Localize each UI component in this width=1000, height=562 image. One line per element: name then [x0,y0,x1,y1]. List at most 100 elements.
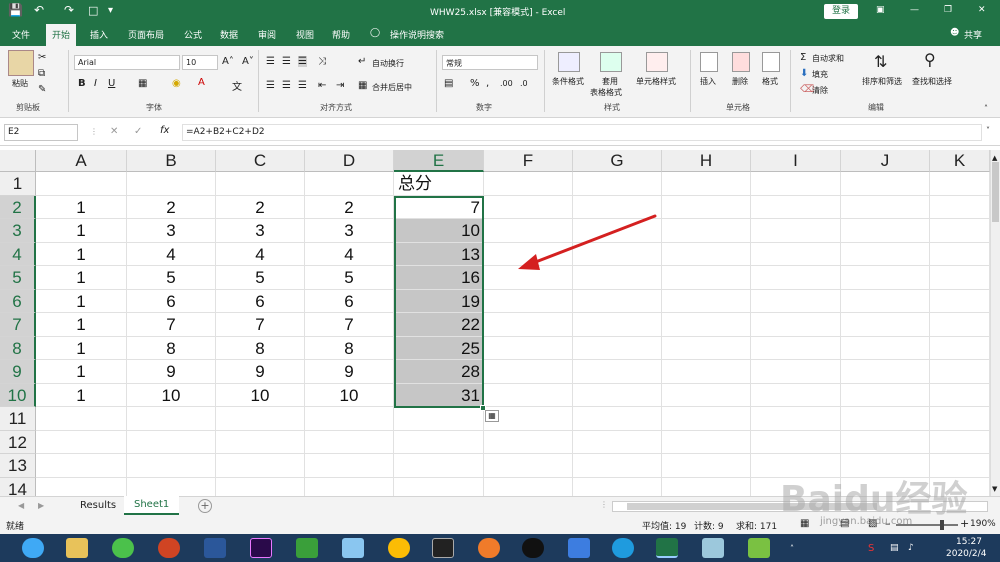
sum-status[interactable]: 求和: 171 [736,519,777,532]
clear-button[interactable]: 清除 [812,85,828,96]
restore-icon[interactable]: ❐ [944,5,952,15]
merge-center-button[interactable]: 合并后居中 [372,82,412,93]
align-top-icon[interactable]: ☰ [266,56,275,67]
premiere-icon[interactable] [250,538,272,558]
insert-cells-icon[interactable] [700,52,718,72]
name-box[interactable]: E2 [4,124,78,141]
fill-button[interactable]: 填充 [812,69,828,80]
tab-insert[interactable]: 插入 [90,28,108,41]
borders-icon[interactable]: ▦ [138,78,147,89]
cell-styles-button[interactable]: 单元格样式 [636,76,676,87]
fill-color-icon[interactable]: ◉ [172,78,181,89]
sort-filter-icon[interactable]: ⇅ [874,52,887,71]
new-file-icon[interactable]: □ [88,4,98,17]
tray-expand-icon[interactable]: ˄ [790,544,794,553]
next-sheet-icon[interactable]: ▶ [38,501,44,510]
decrease-indent-icon[interactable]: ⇤ [318,80,326,91]
feishu-icon[interactable] [568,538,590,558]
align-middle-icon[interactable]: ☰ [282,56,291,67]
shrink-font-icon[interactable]: A˅ [242,56,254,67]
redo-icon[interactable]: ↷ [64,3,74,17]
zoom-slider-thumb[interactable] [940,520,944,530]
insert-cells-button[interactable]: 插入 [700,76,716,87]
chrome-icon[interactable] [388,538,410,558]
number-format-select[interactable]: 常规 [442,55,538,70]
page-layout-view-icon[interactable]: ▤ [840,518,849,529]
format-cells-icon[interactable] [762,52,780,72]
page-break-view-icon[interactable]: ▧ [868,518,877,529]
horizontal-scroll-thumb[interactable] [627,503,877,510]
decrease-decimal-icon[interactable]: .0 [520,79,528,88]
increase-indent-icon[interactable]: ⇥ [336,80,344,91]
vertical-scroll-thumb[interactable] [992,162,999,222]
tab-help[interactable]: 帮助 [332,28,350,41]
scroll-up-icon[interactable]: ▲ [992,154,997,162]
save-icon[interactable]: 💾 [8,3,23,17]
tab-home[interactable]: 开始 [46,24,77,46]
paste-button[interactable]: 粘贴 [12,78,28,89]
font-size-select[interactable]: 10 [182,55,218,70]
zoom-out-icon[interactable]: – [885,517,891,530]
underline-icon[interactable]: U [108,78,115,89]
font-color-icon[interactable]: A [198,77,205,88]
percent-icon[interactable]: % [470,78,480,89]
copy-icon[interactable]: ⧉ [38,68,45,79]
new-sheet-icon[interactable]: + [198,499,212,513]
cell-styles-icon[interactable] [646,52,668,72]
phonetic-icon[interactable]: 文 [232,78,242,93]
cut-icon[interactable]: ✂ [38,52,46,63]
collapse-ribbon-icon[interactable]: ˄ [984,104,988,113]
autosum-icon[interactable]: Σ [800,52,806,63]
align-bottom-icon[interactable]: ☰ [298,56,307,67]
accounting-icon[interactable]: ▤ [444,78,453,89]
cancel-icon[interactable]: ✕ [110,126,118,137]
video-editor-icon[interactable] [432,538,454,558]
format-as-table-line1[interactable]: 套用 [602,76,618,87]
conditional-format-button[interactable]: 条件格式 [552,76,584,87]
fill-icon[interactable]: ⬇ [800,68,808,79]
split-handle-icon[interactable]: ⋮ [600,500,608,509]
clock-date[interactable]: 2020/2/4 [946,549,986,559]
tab-review[interactable]: 审阅 [258,28,276,41]
powerpoint-icon[interactable] [158,538,180,558]
tab-data[interactable]: 数据 [220,28,238,41]
wrap-text-icon[interactable]: ↵ [358,56,366,67]
format-painter-icon[interactable]: ✎ [38,84,46,95]
tab-view[interactable]: 视图 [296,28,314,41]
font-name-select[interactable]: Arial [74,55,180,70]
vertical-scrollbar[interactable]: ▲ ▼ [990,150,1000,496]
insert-function-icon[interactable]: fx [160,125,169,136]
zoom-level[interactable]: 190% [970,519,996,529]
app-icon[interactable] [296,538,318,558]
network-icon[interactable]: ▤ [890,543,899,553]
volume-icon[interactable]: ♪ [908,543,914,553]
format-as-table-icon[interactable] [600,52,622,72]
login-button[interactable]: 登录 [824,4,858,19]
tab-formulas[interactable]: 公式 [184,28,202,41]
share-button[interactable]: 共享 [964,28,982,41]
app4-icon[interactable] [748,538,770,558]
file-explorer-icon[interactable] [66,538,88,558]
chat-app-icon[interactable] [342,538,364,558]
scroll-down-icon[interactable]: ▼ [992,485,997,493]
ie-icon[interactable] [612,538,634,558]
autosum-button[interactable]: 自动求和 [812,53,844,64]
increase-decimal-icon[interactable]: .00 [500,79,513,88]
normal-view-icon[interactable]: ▦ [800,518,809,529]
horizontal-scrollbar[interactable] [612,501,988,512]
conditional-format-icon[interactable] [558,52,580,72]
close-icon[interactable]: ✕ [978,5,986,15]
comma-icon[interactable]: , [486,78,489,89]
zoom-in-icon[interactable]: + [960,517,969,530]
tell-me-search[interactable]: 操作说明搜索 [390,28,444,41]
count-status[interactable]: 计数: 9 [694,519,724,532]
delete-cells-button[interactable]: 删除 [732,76,748,87]
zoom-slider[interactable] [896,520,958,530]
ribbon-options-icon[interactable]: ▣ [876,5,885,15]
format-cells-button[interactable]: 格式 [762,76,778,87]
formula-input[interactable]: =A2+B2+C2+D2 [182,124,982,141]
expand-formula-icon[interactable]: ˅ [986,126,990,135]
minimize-icon[interactable]: — [910,5,919,15]
share-icon[interactable]: ☻ [950,28,959,38]
enter-icon[interactable]: ✓ [134,126,142,137]
